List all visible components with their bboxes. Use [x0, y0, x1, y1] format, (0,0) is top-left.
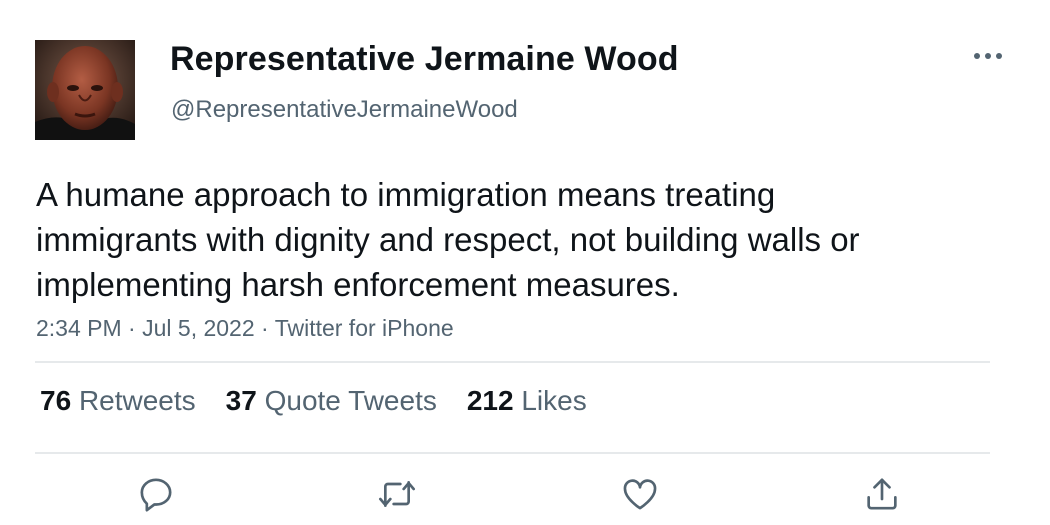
tweet-metadata: 2:34 PM · Jul 5, 2022 · Twitter for iPho…: [36, 315, 454, 342]
author-display-name[interactable]: Representative Jermaine Wood: [170, 40, 679, 79]
quote-tweets-stat[interactable]: 37 Quote Tweets: [226, 385, 437, 417]
share-button[interactable]: [860, 472, 904, 516]
likes-label: Likes: [521, 385, 587, 416]
likes-count: 212: [466, 385, 514, 416]
profile-photo-icon: [35, 40, 135, 140]
reply-button[interactable]: [134, 472, 178, 516]
tweet-text: A humane approach to immigration means t…: [36, 176, 860, 303]
quote-tweets-count: 37: [225, 385, 257, 416]
retweets-stat[interactable]: 76 Retweets: [40, 385, 196, 417]
tweet-date[interactable]: Jul 5, 2022: [142, 315, 255, 341]
share-icon: [867, 478, 897, 510]
retweet-icon: [379, 481, 415, 507]
meta-separator: ·: [261, 315, 269, 341]
more-options-button[interactable]: [968, 40, 1008, 72]
likes-stat[interactable]: 212 Likes: [467, 385, 587, 417]
reply-icon: [140, 478, 172, 512]
author-handle[interactable]: @RepresentativeJermaineWood: [171, 96, 518, 124]
divider: [35, 452, 990, 454]
avatar[interactable]: [35, 40, 135, 140]
meta-separator: ·: [128, 315, 136, 341]
retweets-count: 76: [40, 385, 72, 416]
tweet-stats: 76 Retweets 37 Quote Tweets 212 Likes: [40, 385, 617, 417]
retweets-label: Retweets: [78, 385, 196, 416]
heart-icon: [623, 479, 657, 510]
retweet-button[interactable]: [375, 472, 419, 516]
tweet-card: Representative Jermaine Wood @Representa…: [0, 0, 1050, 525]
like-button[interactable]: [618, 472, 662, 516]
tweet-source: Twitter for iPhone: [274, 315, 454, 341]
divider: [35, 361, 990, 363]
tweet-time[interactable]: 2:34 PM: [36, 315, 122, 341]
more-icon: [974, 53, 1002, 59]
quote-tweets-label: Quote Tweets: [264, 385, 437, 416]
